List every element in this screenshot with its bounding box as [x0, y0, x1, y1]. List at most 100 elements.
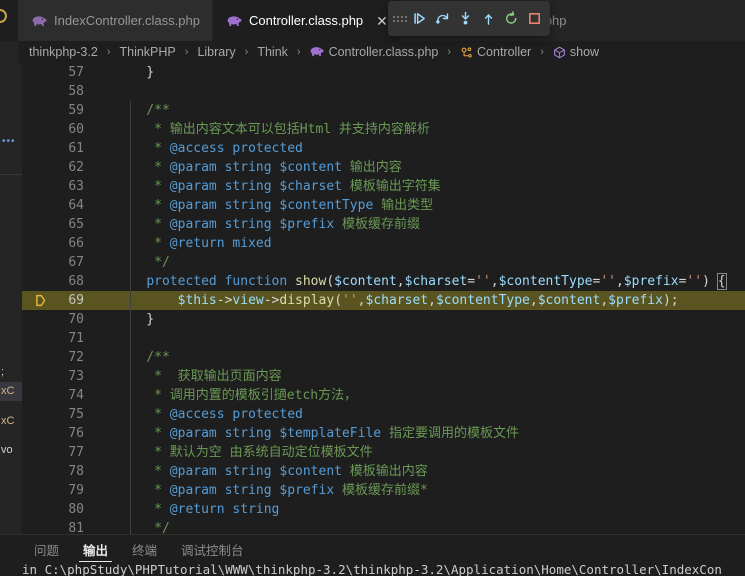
- line-number: 81: [68, 521, 84, 535]
- line-number: 74: [68, 388, 84, 403]
- line-number: 61: [68, 141, 84, 156]
- code-line[interactable]: 72 /**: [22, 348, 745, 367]
- debug-current-line-arrow-icon: [34, 294, 47, 307]
- code-line[interactable]: 68 protected function show($content,$cha…: [22, 272, 745, 291]
- breadcrumb-item-2[interactable]: Library: [197, 45, 235, 59]
- breadcrumb-separator: ›: [106, 46, 111, 58]
- code-text: * 输出内容文本可以包括Html 并支持内容解析: [115, 122, 430, 137]
- code-text: }: [115, 65, 155, 80]
- code-line[interactable]: 64 * @param string $contentType 输出类型: [22, 196, 745, 215]
- line-number: 78: [68, 464, 84, 479]
- code-text: * @param string $contentType 输出类型: [115, 198, 434, 213]
- breadcrumb-separator: ›: [447, 46, 452, 58]
- continue-button[interactable]: [408, 6, 431, 32]
- call-stack-item[interactable]: xC: [0, 382, 22, 401]
- breadcrumb-item-1[interactable]: ThinkPHP: [119, 45, 175, 59]
- php-elephant-icon: [227, 15, 242, 27]
- code-line[interactable]: 73 * 获取输出页面内容: [22, 367, 745, 386]
- code-text: * 调用内置的模板引擿etch方法，: [115, 388, 358, 403]
- line-number: 79: [68, 483, 84, 498]
- editor-tab-bar: IndexController.class.php Controller.cla…: [18, 0, 745, 41]
- code-line[interactable]: 75 * @access protected: [22, 405, 745, 424]
- code-line[interactable]: 61 * @access protected: [22, 139, 745, 158]
- breadcrumb-item-6[interactable]: show: [553, 45, 599, 59]
- code-line[interactable]: 65 * @param string $prefix 模板缓存前缀: [22, 215, 745, 234]
- line-number: 80: [68, 502, 84, 517]
- breadcrumb-item-0[interactable]: thinkphp-3.2: [29, 45, 98, 59]
- code-line[interactable]: 66 * @return mixed: [22, 234, 745, 253]
- panel-tab-label: 输出: [83, 544, 109, 558]
- code-text: /**: [115, 103, 170, 118]
- output-content: in C:\phpStudy\PHPTutorial\WWW\thinkphp-…: [22, 564, 745, 576]
- code-line[interactable]: 57 }: [22, 63, 745, 82]
- method-symbol-icon: [553, 46, 566, 59]
- panel-tab-2[interactable]: 终端: [120, 535, 169, 564]
- code-text: * @param string $content 输出内容: [115, 160, 402, 175]
- step-over-button[interactable]: [431, 6, 454, 32]
- panel-tab-0[interactable]: 问题: [22, 535, 71, 564]
- line-number: 70: [68, 312, 84, 327]
- call-stack-item[interactable]: vo: [0, 441, 22, 460]
- line-number: 64: [68, 198, 84, 213]
- tab-controller-active[interactable]: Controller.class.php ✕: [212, 0, 401, 41]
- code-line[interactable]: 60 * 输出内容文本可以包括Html 并支持内容解析: [22, 120, 745, 139]
- restart-button[interactable]: [500, 6, 523, 32]
- line-number: 59: [68, 103, 84, 118]
- panel-tab-label: 终端: [132, 544, 158, 558]
- breadcrumb-separator: ›: [296, 46, 301, 58]
- tab-index-controller[interactable]: IndexController.class.php: [18, 0, 213, 41]
- bottom-panel: 问题 输出 终端 调试控制台 in C:\phpStudy\PHPTutorial\W…: [0, 534, 745, 576]
- code-line[interactable]: 70 }: [22, 310, 745, 329]
- code-text: $this->view->display('',$charset,$conten…: [177, 293, 679, 308]
- panel-tab-1[interactable]: 输出: [71, 535, 120, 564]
- breadcrumb-separator: ›: [184, 46, 189, 58]
- code-text: */: [115, 255, 170, 270]
- code-line[interactable]: 78 * @param string $content 模板输出内容: [22, 462, 745, 481]
- code-line[interactable]: 71: [22, 329, 745, 348]
- code-line[interactable]: 62 * @param string $content 输出内容: [22, 158, 745, 177]
- line-number: 75: [68, 407, 84, 422]
- code-line[interactable]: 58: [22, 82, 745, 101]
- debug-sidebar-strip[interactable]: ••• ; xC xC vo: [0, 41, 23, 535]
- call-stack-fragment: ;: [1, 366, 5, 378]
- breadcrumb[interactable]: thinkphp-3.2 › ThinkPHP › Library › Thin…: [18, 41, 745, 63]
- debug-toolbar[interactable]: [388, 1, 550, 36]
- code-editor[interactable]: 57 } 58 59 /** 60 * 输出内容文本可以包括Html 并支持内容解析 6…: [22, 63, 745, 535]
- code-line[interactable]: 76 * @param string $templateFile 指定要调用的模…: [22, 424, 745, 443]
- code-line[interactable]: 81 */: [22, 519, 745, 535]
- activity-bar-icon[interactable]: [0, 8, 14, 26]
- call-stack-item[interactable]: xC: [0, 412, 22, 431]
- panel-tab-3[interactable]: 调试控制台: [169, 535, 256, 564]
- breadcrumb-label: Controller.class.php: [328, 45, 439, 59]
- line-number: 71: [68, 331, 84, 346]
- drag-handle-icon[interactable]: [392, 9, 408, 29]
- breadcrumb-item-3[interactable]: Think: [257, 45, 288, 59]
- line-number: 65: [68, 217, 84, 232]
- breadcrumb-item-5[interactable]: Controller: [460, 45, 531, 59]
- code-text: /**: [115, 350, 170, 365]
- step-into-button[interactable]: [454, 6, 477, 32]
- code-line[interactable]: 59 /**: [22, 101, 745, 120]
- breadcrumb-separator: ›: [540, 46, 544, 58]
- line-number: 63: [68, 179, 84, 194]
- stop-button[interactable]: [523, 6, 546, 32]
- code-line[interactable]: 80 * @return string: [22, 500, 745, 519]
- code-line[interactable]: 74 * 调用内置的模板引擿etch方法，: [22, 386, 745, 405]
- code-line[interactable]: 79 * @param string $prefix 模板缓存前缀*: [22, 481, 745, 500]
- breadcrumb-label: Controller: [477, 45, 532, 59]
- variables-section-fragment: •••: [2, 136, 16, 147]
- line-number: 66: [68, 236, 84, 251]
- code-line[interactable]: 63 * @param string $charset 模板输出字符集: [22, 177, 745, 196]
- breadcrumb-item-4[interactable]: Controller.class.php: [310, 45, 439, 59]
- code-line-current[interactable]: 69 $this->view->display('',$charset,$con…: [22, 291, 745, 310]
- code-line[interactable]: 67 */: [22, 253, 745, 272]
- code-text: * 默认为空 由系统自动定位模板文件: [115, 445, 373, 460]
- code-line[interactable]: 77 * 默认为空 由系统自动定位模板文件: [22, 443, 745, 462]
- panel-tab-label: 问题: [34, 544, 60, 558]
- step-out-button[interactable]: [477, 6, 500, 32]
- code-text: * @access protected: [115, 141, 303, 156]
- line-number: 60: [68, 122, 84, 137]
- php-elephant-icon: [32, 15, 47, 27]
- close-icon[interactable]: ✕: [376, 14, 388, 28]
